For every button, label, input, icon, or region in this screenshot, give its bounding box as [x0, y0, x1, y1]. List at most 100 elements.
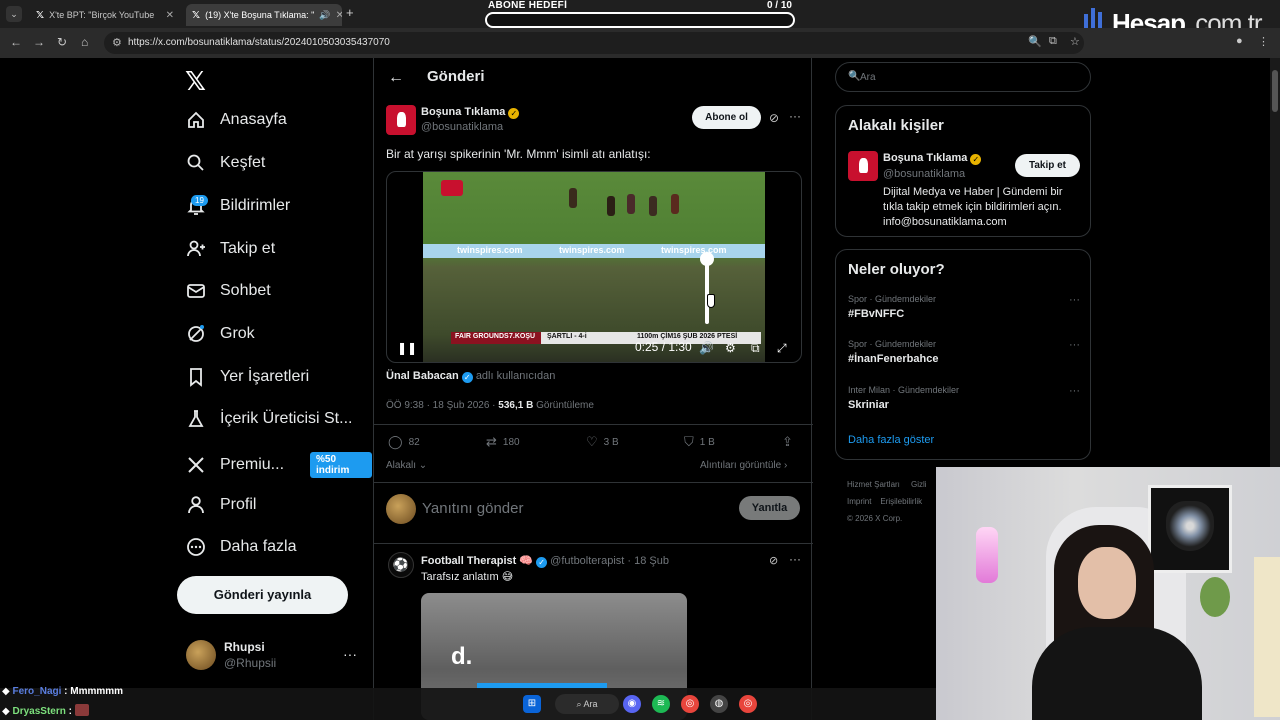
obs-icon[interactable]: ◍	[710, 695, 728, 713]
trend-item[interactable]: Inter Milan · Gündemdekiler Skriniar ···	[848, 385, 1080, 411]
video-player[interactable]: twinspires.com twinspires.com twinspires…	[386, 171, 802, 363]
search-icon	[186, 153, 206, 173]
account-handle: @Rhupsii	[224, 656, 277, 670]
chrome-icon[interactable]: ◎	[681, 695, 699, 713]
footer-link[interactable]: Gizli	[911, 480, 927, 489]
trend-tag: Skriniar	[848, 399, 889, 411]
volume-icon[interactable]: 🔊	[699, 341, 714, 355]
browser-tab[interactable]: 𝕏 X'te BPT: "Birçok YouTube ✕	[30, 4, 180, 26]
nav-item[interactable]: Yer İşaretleri	[186, 367, 309, 387]
nav-item[interactable]: Premiu... %50 indirim	[186, 452, 372, 478]
show-more-link[interactable]: Daha fazla göster	[848, 434, 934, 446]
settings-icon[interactable]: ⚙	[725, 341, 736, 355]
subscribe-button[interactable]: Abone ol	[692, 106, 761, 129]
bookmark-action[interactable]: ⛉ 1 B	[684, 434, 715, 450]
related-name[interactable]: Boşuna Tıklama ✓	[883, 152, 982, 165]
nav-item[interactable]: Takip et	[186, 239, 275, 259]
avatar[interactable]	[848, 151, 878, 181]
reply-time: · 18 Şub	[627, 555, 669, 567]
lower-third-text: 7.KOŞU	[509, 333, 536, 340]
more-icon[interactable]: ···	[1069, 294, 1080, 306]
profile-icon[interactable]: ●	[1236, 35, 1243, 47]
grok-icon[interactable]: ⊘	[769, 554, 778, 567]
grok-icon[interactable]: ⊘	[769, 111, 779, 125]
volume-slider-handle[interactable]	[700, 252, 714, 266]
scrollbar-thumb[interactable]	[1272, 70, 1278, 112]
post-timestamp[interactable]: ÖÖ 9:38 · 18 Şub 2026 ·	[386, 400, 496, 411]
speaker-icon[interactable]: 🔊	[319, 10, 330, 21]
account-switcher[interactable]: Rhupsi @Rhupsii ···	[186, 638, 361, 674]
pause-icon[interactable]: ❚❚	[397, 341, 417, 355]
menu-icon[interactable]: ⋮	[1258, 35, 1269, 48]
search-icon: 🔍	[848, 71, 861, 82]
browser-tab-active[interactable]: 𝕏 (19) X'te Boşuna Tıklama: " 🔊 ✕	[186, 4, 342, 26]
view-count: 536,1 B	[498, 400, 534, 411]
x-logo-icon[interactable]: 𝕏	[185, 66, 206, 97]
more-icon[interactable]: ···	[1069, 385, 1080, 397]
close-tab-icon[interactable]: ✕	[166, 10, 174, 21]
footer-link[interactable]: Imprint	[847, 497, 871, 506]
author-avatar[interactable]	[386, 105, 416, 135]
nav-item[interactable]: Grok	[186, 324, 255, 344]
nav-item[interactable]: Daha fazla	[186, 537, 297, 557]
more-icon[interactable]: ···	[343, 646, 357, 662]
close-tab-icon[interactable]: ✕	[336, 10, 342, 21]
footer-link[interactable]: Hizmet Şartları	[847, 480, 900, 489]
author-name[interactable]: Boşuna Tıklama ✓	[421, 106, 520, 119]
search-input[interactable]	[860, 69, 1080, 86]
trend-item[interactable]: Spor · Gündemdekiler #İnanFenerbahce ···	[848, 339, 1080, 365]
picture-in-picture-icon[interactable]: ⧉	[751, 341, 760, 356]
reply-input[interactable]	[422, 496, 722, 520]
author-handle[interactable]: @bosunatiklama	[421, 121, 503, 133]
windows-start-icon[interactable]: ⊞	[523, 695, 541, 713]
reply-action[interactable]: ◯ 82	[388, 434, 420, 450]
page-scrollbar[interactable]	[1270, 58, 1280, 467]
site-info-icon[interactable]: ⚙	[112, 36, 122, 49]
url-field[interactable]: ⚙ https://x.com/bosunatiklama/status/202…	[104, 32, 1084, 54]
back-icon[interactable]: ←	[10, 35, 22, 49]
bookmark-icon: ⛉	[684, 434, 694, 449]
back-arrow-icon[interactable]: ←	[388, 69, 404, 87]
related-handle[interactable]: @bosunatiklama	[883, 168, 965, 180]
view-quotes-link[interactable]: Alıntıları görüntüle ›	[700, 460, 787, 471]
new-tab-button[interactable]: +	[346, 5, 354, 20]
nav-item[interactable]: İçerik Üreticisi St...	[186, 409, 352, 429]
tab-search-button[interactable]: ⌄	[6, 6, 22, 22]
view-label: Görüntüleme	[536, 400, 594, 411]
avatar[interactable]: ⚽	[388, 552, 414, 578]
nav-item[interactable]: Profil	[186, 495, 256, 515]
home-icon[interactable]: ⌂	[81, 35, 88, 49]
spotify-icon[interactable]: ≋	[652, 695, 670, 713]
nav-item[interactable]: Sohbet	[186, 281, 271, 301]
nav-item[interactable]: Anasayfa	[186, 110, 287, 130]
premium-promo-badge[interactable]: %50 indirim	[310, 452, 372, 478]
verified-badge-icon: ✓	[461, 372, 473, 383]
chrome-icon[interactable]: ◎	[739, 695, 757, 713]
share-action[interactable]: ⇪	[782, 434, 793, 450]
more-icon[interactable]: ···	[1069, 339, 1080, 351]
trend-item[interactable]: Spor · Gündemdekiler #FBvNFFC ···	[848, 294, 1080, 320]
nav-item[interactable]: Keşfet	[186, 153, 265, 173]
install-icon[interactable]: ⧉	[1049, 35, 1057, 48]
footer-link[interactable]: Erişilebilirlik	[880, 497, 922, 506]
credit-name[interactable]: Ünal Babacan	[386, 370, 459, 382]
forward-icon[interactable]: →	[33, 35, 45, 49]
follow-button[interactable]: Takip et	[1015, 154, 1080, 177]
streamer-face	[1078, 547, 1136, 619]
more-icon[interactable]: ···	[789, 552, 801, 566]
trend-tag: #FBvNFFC	[848, 308, 905, 320]
like-action[interactable]: ♡ 3 B	[586, 434, 619, 450]
discord-icon[interactable]: ◉	[623, 695, 641, 713]
reload-icon[interactable]: ↻	[57, 35, 67, 49]
sort-dropdown[interactable]: Alakalı ⌄	[386, 460, 427, 471]
search-box[interactable]: 🔍	[835, 62, 1091, 92]
post-button[interactable]: Gönderi yayınla	[177, 576, 348, 614]
taskbar-search[interactable]: ⌕ Ara	[555, 694, 619, 714]
more-icon[interactable]: ···	[789, 109, 801, 123]
reply-button[interactable]: Yanıtla	[739, 496, 800, 520]
bookmark-star-icon[interactable]: ☆	[1070, 35, 1080, 48]
repost-action[interactable]: ⇄ 180	[486, 434, 520, 450]
reply-author[interactable]: Football Therapist 🧠 ✓ @futbolterapist · …	[421, 554, 669, 568]
fullscreen-icon[interactable]: ⤢	[777, 341, 787, 356]
zoom-icon[interactable]: 🔍	[1028, 35, 1042, 48]
